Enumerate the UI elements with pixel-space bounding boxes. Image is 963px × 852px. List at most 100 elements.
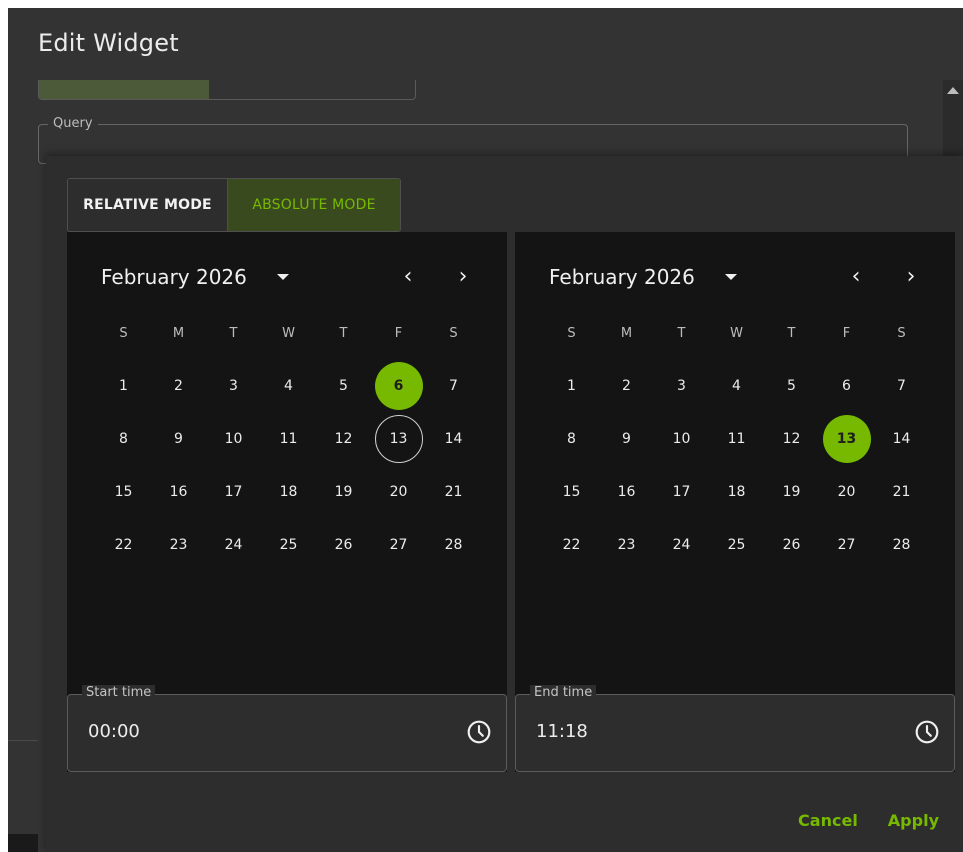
caret-down-icon[interactable] [277,274,289,280]
day-cell[interactable]: 26 [316,521,371,569]
mode-toggle: RELATIVE MODE ABSOLUTE MODE [67,178,401,232]
day-cell[interactable]: 12 [316,415,371,463]
day-number: 2 [174,378,183,394]
day-cell[interactable]: 2 [151,362,206,410]
clock-icon[interactable] [466,719,492,745]
day-cell[interactable]: 20 [819,468,874,516]
day-cell[interactable]: 19 [316,468,371,516]
day-cell[interactable]: 1 [96,362,151,410]
day-cell[interactable]: 12 [764,415,819,463]
day-cell[interactable]: 5 [764,362,819,410]
day-number: 11 [727,431,746,447]
end-time-field[interactable]: End time 11:18 [515,685,955,772]
day-cell[interactable]: 25 [261,521,316,569]
day-number: 16 [169,484,188,500]
day-cell[interactable]: 28 [426,521,481,569]
day-cell[interactable]: 22 [96,521,151,569]
chevron-left-icon[interactable]: ‹ [842,262,870,290]
start-time-value[interactable]: 00:00 [88,721,140,742]
day-number: 23 [169,537,188,553]
day-cell[interactable]: 27 [819,521,874,569]
day-cell[interactable]: 25 [709,521,764,569]
day-number: 24 [672,537,691,553]
cancel-button[interactable]: Cancel [798,811,858,830]
day-cell[interactable]: 8 [544,415,599,463]
day-cell[interactable]: 18 [709,468,764,516]
day-cell[interactable]: 24 [654,521,709,569]
day-cell[interactable]: 7 [874,362,929,410]
chevron-right-icon[interactable]: › [449,262,477,290]
day-cell[interactable]: 8 [96,415,151,463]
week-row: 22 23 24 25 26 27 28 [96,521,481,569]
day-number: 12 [334,431,353,447]
day-cell[interactable]: 3 [654,362,709,410]
day-cell[interactable]: 24 [206,521,261,569]
day-cell[interactable]: 16 [151,468,206,516]
weekday-label: S [897,326,906,341]
scroll-up-arrow-icon[interactable] [947,87,959,94]
day-cell[interactable]: 14 [874,415,929,463]
day-cell[interactable]: 26 [764,521,819,569]
relative-mode-button[interactable]: RELATIVE MODE [68,179,228,231]
day-cell[interactable]: 3 [206,362,261,410]
weekday-label: W [730,326,743,341]
day-cell[interactable]: 15 [544,468,599,516]
day-cell[interactable]: 1 [544,362,599,410]
absolute-mode-button[interactable]: ABSOLUTE MODE [228,179,400,231]
day-cell[interactable]: 11 [261,415,316,463]
day-number: 6 [842,378,851,394]
day-cell[interactable]: 4 [709,362,764,410]
day-cell[interactable]: 20 [371,468,426,516]
day-number: 26 [334,537,353,553]
end-time-value[interactable]: 11:18 [536,721,588,742]
day-cell[interactable]: 10 [206,415,261,463]
apply-button[interactable]: Apply [888,811,939,830]
day-cell[interactable]: 4 [261,362,316,410]
day-number: 27 [389,537,408,553]
day-cell[interactable]: 2 [599,362,654,410]
day-number: 4 [732,378,741,394]
week-row: 15 16 17 18 19 20 21 [96,468,481,516]
day-cell[interactable]: 27 [371,521,426,569]
day-cell[interactable]: 7 [426,362,481,410]
day-cell[interactable]: 21 [426,468,481,516]
clock-icon[interactable] [914,719,940,745]
chevron-left-icon[interactable]: ‹ [394,262,422,290]
day-cell[interactable]: 5 [316,362,371,410]
day-cell[interactable]: 16 [599,468,654,516]
day-cell[interactable]: 28 [874,521,929,569]
day-cell[interactable]: 9 [599,415,654,463]
month-label[interactable]: February 2026 [549,265,695,289]
day-cell[interactable]: 21 [874,468,929,516]
day-cell-selected[interactable]: 6 [371,362,426,410]
day-cell[interactable]: 14 [426,415,481,463]
day-cell[interactable]: 17 [654,468,709,516]
weekday-header-row: S M T W T F S [96,326,481,346]
day-number: 15 [562,484,581,500]
caret-down-icon[interactable] [725,274,737,280]
start-time-label: Start time [82,685,156,700]
day-cell-today[interactable]: 13 [371,415,426,463]
day-cell[interactable]: 15 [96,468,151,516]
day-cell[interactable]: 23 [599,521,654,569]
start-time-field[interactable]: Start time 00:00 [67,685,507,772]
background-divider [8,740,38,741]
chevron-right-icon[interactable]: › [897,262,925,290]
day-cell-selected[interactable]: 13 [819,415,874,463]
day-cell[interactable]: 10 [654,415,709,463]
day-cell[interactable]: 22 [544,521,599,569]
day-number: 22 [114,537,133,553]
day-cell[interactable]: 17 [206,468,261,516]
day-cell[interactable]: 9 [151,415,206,463]
weekday-label: F [842,326,851,341]
day-number: 4 [284,378,293,394]
day-cell[interactable]: 19 [764,468,819,516]
day-cell[interactable]: 18 [261,468,316,516]
previous-field[interactable] [38,80,416,100]
day-cell[interactable]: 11 [709,415,764,463]
day-cell[interactable]: 23 [151,521,206,569]
month-label[interactable]: February 2026 [101,265,247,289]
day-number: 5 [787,378,796,394]
weekday-header-row: S M T W T F S [544,326,929,346]
day-cell[interactable]: 6 [819,362,874,410]
